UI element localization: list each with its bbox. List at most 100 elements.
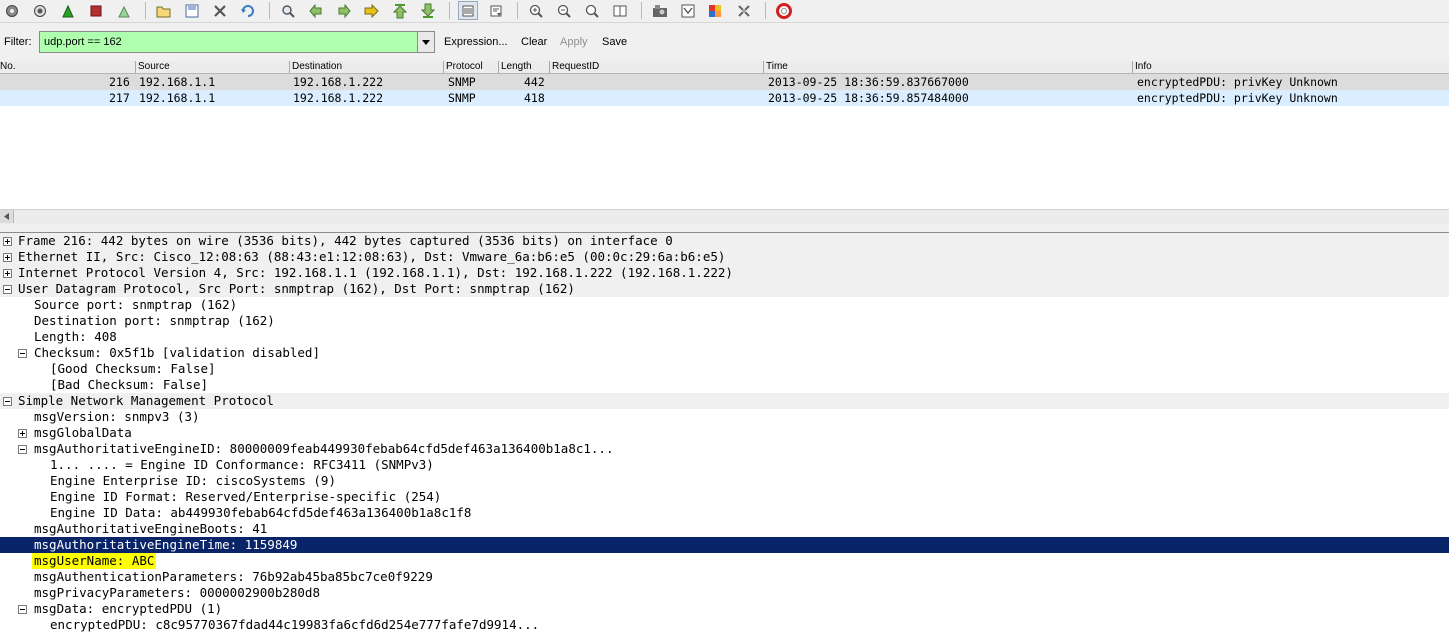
display-filters-icon[interactable] <box>678 1 698 20</box>
packet-list-horizontal-scrollbar[interactable] <box>0 209 1449 225</box>
expression-button[interactable]: Expression... <box>444 36 508 48</box>
tree-row-text: msgVersion: snmpv3 (3) <box>34 409 200 424</box>
expand-icon[interactable] <box>3 269 12 278</box>
collapse-icon[interactable] <box>18 445 27 454</box>
interface-list-icon[interactable] <box>2 1 22 20</box>
tree-row[interactable]: msgAuthoritativeEngineID: 80000009feab44… <box>0 441 1449 457</box>
cell-length: 418 <box>524 91 545 105</box>
tree-row-text: 1... .... = Engine ID Conformance: RFC34… <box>50 457 434 472</box>
tree-row[interactable]: msgGlobalData <box>0 425 1449 441</box>
tree-row[interactable]: msgAuthoritativeEngineBoots: 41 <box>0 521 1449 537</box>
tree-row[interactable]: msgAuthenticationParameters: 76b92ab45ba… <box>0 569 1449 585</box>
tree-row[interactable]: Checksum: 0x5f1b [validation disabled] <box>0 345 1449 361</box>
find-packet-icon[interactable] <box>278 1 298 20</box>
collapse-icon[interactable] <box>18 349 27 358</box>
expand-icon[interactable] <box>3 237 12 246</box>
tree-row-text: Destination port: snmptrap (162) <box>34 313 275 328</box>
apply-button[interactable]: Apply <box>560 36 588 48</box>
collapse-icon[interactable] <box>3 397 12 406</box>
colorize-icon[interactable] <box>458 1 478 20</box>
go-first-icon[interactable] <box>390 1 410 20</box>
save-file-icon[interactable] <box>182 1 202 20</box>
collapse-icon[interactable] <box>3 285 12 294</box>
cell-source: 192.168.1.1 <box>139 91 216 105</box>
capture-options-icon[interactable] <box>30 1 50 20</box>
cell-no: 216 <box>109 75 130 89</box>
tree-row[interactable]: Ethernet II, Src: Cisco_12:08:63 (88:43:… <box>0 249 1449 265</box>
packet-row[interactable]: 217 192.168.1.1 192.168.1.222 SNMP 418 2… <box>0 90 1449 106</box>
filter-combobox[interactable] <box>39 31 435 53</box>
column-header-info[interactable]: Info <box>1132 61 1449 73</box>
tree-row-text: Simple Network Management Protocol <box>18 393 274 408</box>
column-header-requestid[interactable]: RequestID <box>549 61 764 73</box>
tree-row[interactable]: [Bad Checksum: False] <box>0 377 1449 393</box>
column-header-length[interactable]: Length <box>498 61 549 73</box>
tree-row[interactable]: msgPrivacyParameters: 0000002900b280d8 <box>0 585 1449 601</box>
start-capture-icon[interactable] <box>58 1 78 20</box>
zoom-out-icon[interactable] <box>554 1 574 20</box>
stop-capture-icon[interactable] <box>86 1 106 20</box>
cell-protocol: SNMP <box>448 91 476 105</box>
zoom-normal-icon[interactable] <box>582 1 602 20</box>
tree-row-text: User Datagram Protocol, Src Port: snmptr… <box>18 281 575 296</box>
zoom-in-icon[interactable] <box>526 1 546 20</box>
save-filter-button[interactable]: Save <box>602 36 627 48</box>
cell-info: encryptedPDU: privKey Unknown <box>1137 91 1338 105</box>
collapse-icon[interactable] <box>18 605 27 614</box>
auto-scroll-icon[interactable] <box>486 1 506 20</box>
scroll-left-button[interactable] <box>0 210 14 223</box>
tree-row[interactable]: msgUserName: ABC <box>0 553 1449 569</box>
column-header-no[interactable]: No. <box>0 61 133 73</box>
column-header-protocol[interactable]: Protocol <box>443 61 499 73</box>
tree-row[interactable]: 1... .... = Engine ID Conformance: RFC34… <box>0 457 1449 473</box>
column-header-time[interactable]: Time <box>763 61 1132 73</box>
pane-splitter[interactable] <box>0 224 1449 233</box>
expand-icon[interactable] <box>3 253 12 262</box>
column-header-destination[interactable]: Destination <box>289 61 444 73</box>
filter-input[interactable] <box>40 32 422 52</box>
tree-row-text: Checksum: 0x5f1b [validation disabled] <box>34 345 320 360</box>
tree-row[interactable]: Destination port: snmptrap (162) <box>0 313 1449 329</box>
go-to-packet-icon[interactable] <box>362 1 382 20</box>
tree-row[interactable]: Engine ID Format: Reserved/Enterprise-sp… <box>0 489 1449 505</box>
tree-row[interactable]: encryptedPDU: c8c95770367fdad44c19983fa6… <box>0 617 1449 633</box>
capture-filters-icon[interactable] <box>650 1 670 20</box>
packet-list-header: No. Source Destination Protocol Length R… <box>0 61 1449 74</box>
resize-columns-icon[interactable] <box>610 1 630 20</box>
tree-row[interactable]: User Datagram Protocol, Src Port: snmptr… <box>0 281 1449 297</box>
go-last-icon[interactable] <box>418 1 438 20</box>
tree-row[interactable]: Length: 408 <box>0 329 1449 345</box>
coloring-rules-icon[interactable] <box>706 1 726 20</box>
tree-row[interactable]: Simple Network Management Protocol <box>0 393 1449 409</box>
tree-row[interactable]: Engine Enterprise ID: ciscoSystems (9) <box>0 473 1449 489</box>
tree-row[interactable]: Frame 216: 442 bytes on wire (3536 bits)… <box>0 233 1449 249</box>
open-file-icon[interactable] <box>154 1 174 20</box>
tree-row-text: [Good Checksum: False] <box>50 361 216 376</box>
tree-row-text: encryptedPDU: c8c95770367fdad44c19983fa6… <box>50 617 540 632</box>
help-icon[interactable] <box>774 1 794 20</box>
filter-toolbar: Filter: Expression... Clear Apply Save <box>0 23 1449 62</box>
tree-row[interactable]: msgAuthoritativeEngineTime: 1159849 <box>0 537 1449 553</box>
tree-row[interactable]: [Good Checksum: False] <box>0 361 1449 377</box>
tree-row[interactable]: msgData: encryptedPDU (1) <box>0 601 1449 617</box>
cell-no: 217 <box>109 91 130 105</box>
reload-icon[interactable] <box>238 1 258 20</box>
filter-label: Filter: <box>4 36 32 48</box>
column-header-source[interactable]: Source <box>135 61 290 73</box>
tree-row[interactable]: Internet Protocol Version 4, Src: 192.16… <box>0 265 1449 281</box>
cell-source: 192.168.1.1 <box>139 75 216 89</box>
packet-row[interactable]: 216 192.168.1.1 192.168.1.222 SNMP 442 2… <box>0 74 1449 90</box>
expand-icon[interactable] <box>18 429 27 438</box>
clear-button[interactable]: Clear <box>521 36 547 48</box>
preferences-icon[interactable] <box>734 1 754 20</box>
tree-row[interactable]: Source port: snmptrap (162) <box>0 297 1449 313</box>
tree-row[interactable]: Engine ID Data: ab449930febab64cfd5def46… <box>0 505 1449 521</box>
filter-dropdown-button[interactable] <box>417 32 434 52</box>
tree-row-text: Engine Enterprise ID: ciscoSystems (9) <box>50 473 336 488</box>
go-forward-icon[interactable] <box>334 1 354 20</box>
tree-row-text: msgGlobalData <box>34 425 132 440</box>
close-file-icon[interactable] <box>210 1 230 20</box>
go-back-icon[interactable] <box>306 1 326 20</box>
tree-row[interactable]: msgVersion: snmpv3 (3) <box>0 409 1449 425</box>
restart-capture-icon[interactable] <box>114 1 134 20</box>
